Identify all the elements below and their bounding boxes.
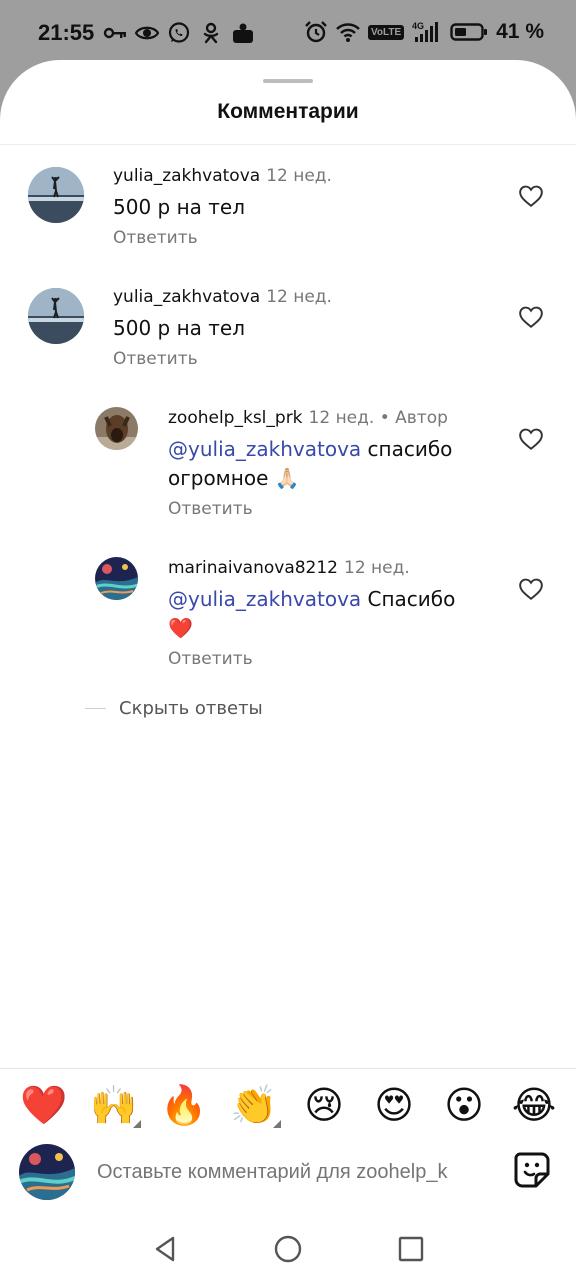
heart-icon[interactable] <box>518 304 544 330</box>
signal-icon: 4G <box>412 20 442 44</box>
network-type-label: 4G <box>412 21 424 31</box>
author-badge: • Автор <box>379 408 448 428</box>
emoji-bar: ❤️ 🙌 🔥 👏 😢 😍 😮 😂 <box>0 1080 576 1134</box>
avatar[interactable] <box>95 557 138 600</box>
hide-replies-button[interactable]: Скрыть ответы <box>85 698 263 719</box>
comment-time: 12 нед. <box>266 287 332 307</box>
sticker-icon[interactable] <box>512 1150 552 1190</box>
volte-icon: VoLTE <box>367 24 405 40</box>
emoji-fire[interactable]: 🔥 <box>159 1080 209 1130</box>
emoji-clapping-glyph: 👏 <box>230 1083 278 1127</box>
emoji-raising-hands[interactable]: 🙌 <box>89 1080 141 1130</box>
reply-time: 12 нед. <box>344 558 410 578</box>
emoji-raising-hands-glyph: 🙌 <box>90 1083 138 1127</box>
reply-username[interactable]: zoohelp_ksl_prk <box>168 408 303 428</box>
skin-tone-indicator <box>273 1120 281 1128</box>
heart-icon[interactable] <box>518 183 544 209</box>
reply-username[interactable]: marinaivanova8212 <box>168 558 338 578</box>
battery-icon <box>450 20 488 44</box>
emoji-surprised[interactable]: 😮 <box>439 1080 489 1130</box>
current-user-avatar <box>19 1144 75 1200</box>
comment-meta: yulia_zakhvatova 12 нед. <box>113 286 332 308</box>
battery-percent: 41 % <box>496 20 544 43</box>
reply-body: marinaivanova8212 12 нед. @yulia_zakhvato… <box>168 557 468 669</box>
key-icon <box>103 21 127 45</box>
avatar[interactable] <box>28 167 84 223</box>
status-left-icons <box>103 21 255 45</box>
home-icon[interactable] <box>273 1234 303 1264</box>
navigation-bar <box>0 1220 576 1280</box>
avatar[interactable] <box>95 407 138 450</box>
reply-time: 12 нед. <box>308 408 375 428</box>
heart-icon[interactable] <box>518 576 544 602</box>
skin-tone-indicator <box>133 1120 141 1128</box>
status-time: 21:55 <box>38 20 95 45</box>
status-right-icons: VoLTE 4G 41 % <box>304 20 544 44</box>
notification-app-icon <box>231 21 255 45</box>
back-icon[interactable] <box>151 1234 181 1264</box>
reply-button[interactable]: Ответить <box>113 228 332 248</box>
reply-meta: marinaivanova8212 12 нед. <box>168 557 468 579</box>
avatar[interactable] <box>28 288 84 344</box>
comment-username[interactable]: yulia_zakhvatova <box>113 166 260 186</box>
emoji-heart-eyes[interactable]: 😍 <box>369 1080 419 1130</box>
heart-icon[interactable] <box>518 426 544 452</box>
whatsapp-icon <box>167 21 191 45</box>
comment-meta: yulia_zakhvatova 12 нед. <box>113 165 332 187</box>
comment-text: 500 р на тел <box>113 195 246 219</box>
comment-body: yulia_zakhvatova 12 нед. 500 р на тел Отв… <box>113 286 332 369</box>
reply-button[interactable]: Ответить <box>113 349 332 369</box>
emoji-laughing[interactable]: 😂 <box>509 1080 559 1130</box>
wifi-icon <box>336 20 360 44</box>
reply-text: @yulia_zakhvatova Спасибо ❤️ <box>168 585 468 643</box>
eye-icon <box>134 21 160 45</box>
mention-link[interactable]: @yulia_zakhvatova <box>168 437 361 461</box>
divider <box>0 144 576 145</box>
comments-sheet: Комментарии yulia_zakhvatova 12 нед. 500 … <box>0 60 576 1280</box>
reply-body: zoohelp_ksl_prk 12 нед. • Автор @yulia_za… <box>168 407 468 519</box>
alarm-icon <box>304 20 328 44</box>
emoji-heart[interactable]: ❤️ <box>19 1080 69 1130</box>
sheet-title: Комментарии <box>217 100 359 123</box>
reply-meta: zoohelp_ksl_prk 12 нед. • Автор <box>168 407 468 429</box>
reply-button[interactable]: Ответить <box>168 649 468 669</box>
comment-time: 12 нед. <box>266 166 332 186</box>
drag-handle[interactable] <box>263 79 313 83</box>
comment-body: yulia_zakhvatova 12 нед. 500 р на тел Отв… <box>113 165 332 248</box>
emoji-crying[interactable]: 😢 <box>299 1080 349 1130</box>
divider <box>0 1068 576 1069</box>
reply-button[interactable]: Ответить <box>168 499 468 519</box>
mention-link[interactable]: @yulia_zakhvatova <box>168 587 361 611</box>
comment-username[interactable]: yulia_zakhvatova <box>113 287 260 307</box>
emoji-clapping[interactable]: 👏 <box>229 1080 281 1130</box>
hide-replies-label: Скрыть ответы <box>119 698 263 719</box>
reply-text: @yulia_zakhvatova спасибо огромное 🙏🏻 <box>168 435 468 493</box>
ok-icon <box>199 21 223 45</box>
comment-input[interactable] <box>97 1154 493 1190</box>
comment-text: 500 р на тел <box>113 316 246 340</box>
hide-replies-line <box>85 708 106 709</box>
recents-icon[interactable] <box>396 1234 426 1264</box>
